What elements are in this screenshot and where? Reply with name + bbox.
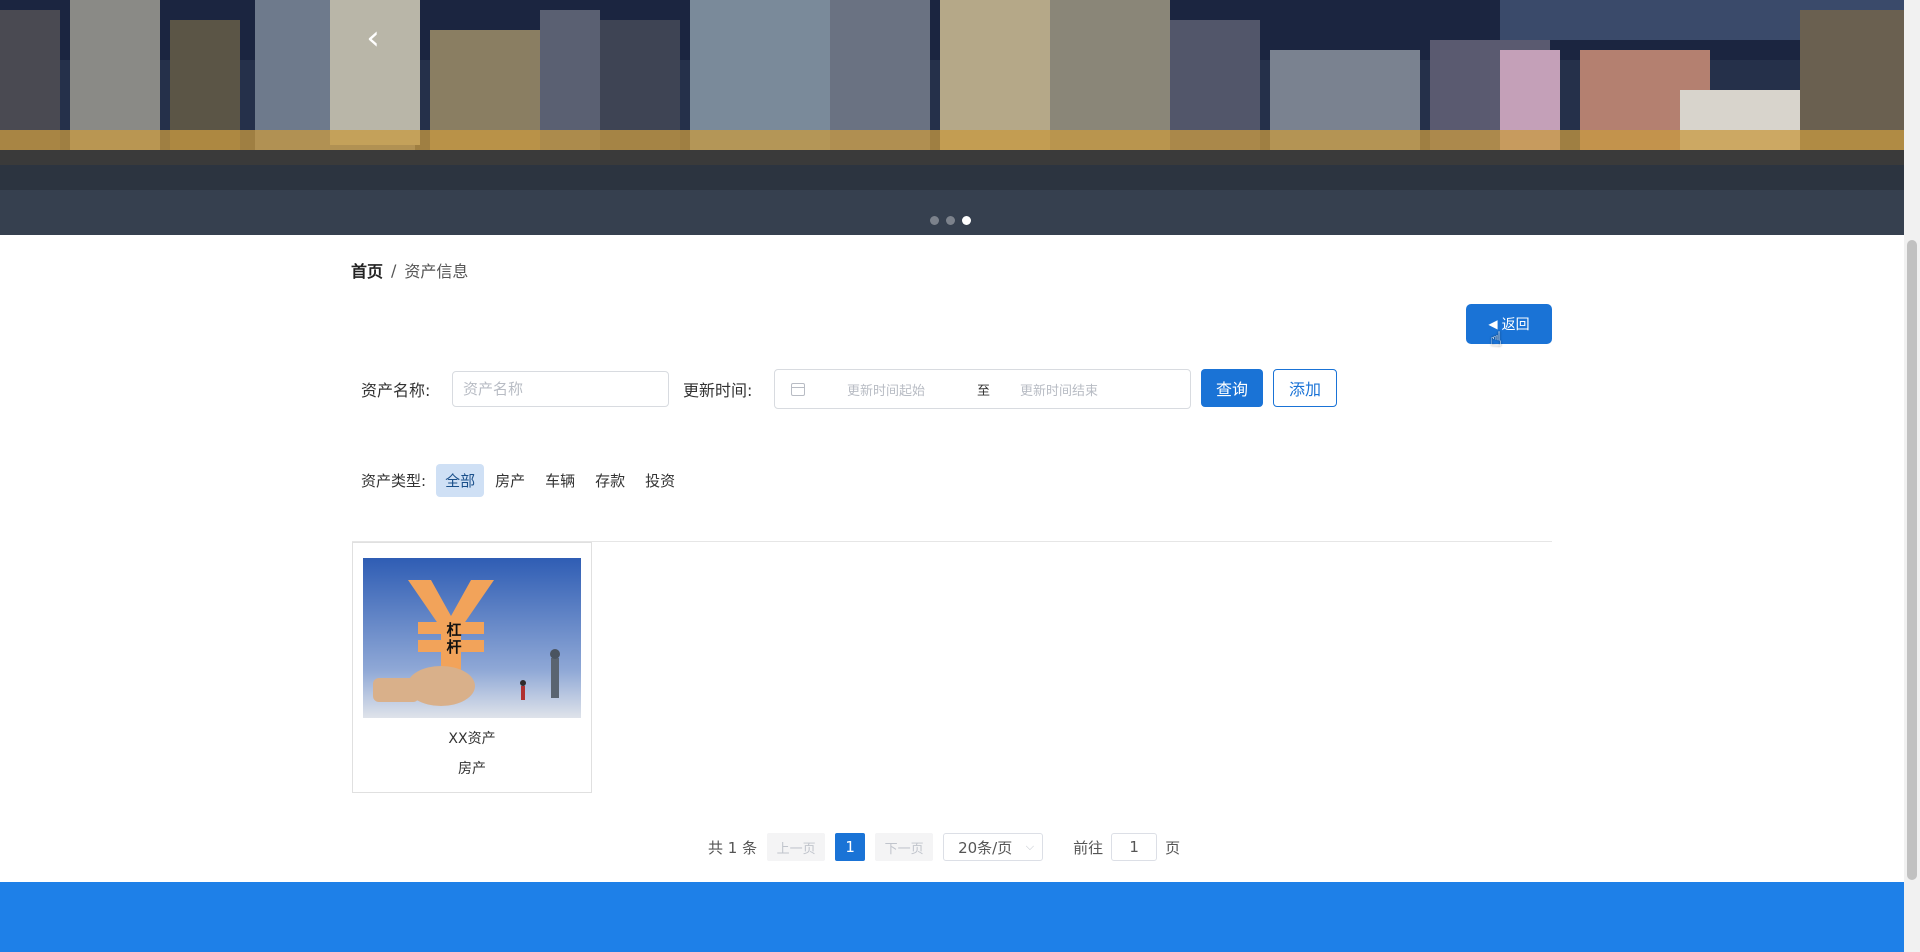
query-button[interactable]: 查询	[1201, 369, 1263, 407]
end-date-input[interactable]: 更新时间结束	[1020, 380, 1098, 399]
pagination-total: 共 1 条	[708, 838, 758, 857]
next-page-button[interactable]: 下一页	[875, 833, 934, 861]
page-number-current[interactable]: 1	[835, 833, 866, 861]
back-button[interactable]: ◀ 返回	[1466, 304, 1552, 344]
city-skyline-image	[0, 0, 1904, 235]
carousel-dot-active[interactable]	[962, 216, 971, 225]
asset-type-label: 资产类型:	[361, 472, 427, 490]
carousel-dot[interactable]	[930, 216, 939, 225]
page-footer	[0, 882, 1904, 952]
asset-name-label: 资产名称:	[361, 381, 431, 400]
update-time-range-picker[interactable]: 更新时间起始 至 更新时间结束	[774, 369, 1191, 409]
type-filter-investment[interactable]: 投资	[636, 464, 684, 497]
add-button[interactable]: 添加	[1273, 369, 1337, 407]
calendar-icon	[791, 382, 805, 396]
asset-type-filter: 资产类型: 全部 房产 车辆 存款 投资	[361, 464, 686, 497]
page-size-value: 20条/页	[958, 838, 1013, 857]
page-size-select[interactable]: 20条/页 ⌵	[943, 833, 1044, 861]
type-filter-property[interactable]: 房产	[486, 464, 534, 497]
type-filter-all[interactable]: 全部	[436, 464, 485, 497]
page-scrollbar[interactable]	[1904, 0, 1920, 952]
asset-type: 房产	[458, 761, 486, 777]
carousel-indicators	[930, 216, 971, 225]
type-filter-deposit[interactable]: 存款	[586, 464, 634, 497]
goto-label: 前往	[1073, 838, 1104, 857]
asset-thumbnail: 杠杆	[363, 558, 581, 718]
banner-carousel: ‹	[0, 0, 1904, 235]
range-separator: 至	[977, 383, 991, 399]
asset-name: XX资产	[448, 731, 496, 747]
asset-name-input[interactable]	[452, 371, 669, 407]
pagination: 共 1 条 上一页 1 下一页 20条/页 ⌵ 前往 页	[708, 832, 1180, 862]
goto-page-input[interactable]	[1111, 833, 1158, 861]
back-button-label: 返回	[1501, 317, 1530, 333]
banner-prev-button[interactable]: ‹	[358, 20, 388, 56]
prev-page-button[interactable]: 上一页	[767, 833, 826, 861]
breadcrumb-separator: /	[391, 260, 397, 280]
update-time-label: 更新时间:	[683, 381, 753, 400]
goto-suffix: 页	[1165, 838, 1181, 857]
breadcrumb: 首页 / 资产信息	[351, 258, 468, 282]
chevron-down-icon: ⌵	[1025, 840, 1035, 853]
scrollbar-thumb[interactable]	[1907, 240, 1917, 880]
start-date-input[interactable]: 更新时间起始	[847, 380, 957, 399]
leverage-yen-image	[363, 558, 581, 718]
breadcrumb-home-link[interactable]: 首页	[351, 258, 383, 282]
asset-card[interactable]: 杠杆 XX资产 房产	[352, 542, 592, 793]
breadcrumb-current: 资产信息	[404, 262, 469, 281]
carousel-dot[interactable]	[946, 216, 955, 225]
mouse-cursor-icon: ☝	[1490, 327, 1503, 351]
thumbnail-caption: 杠杆	[446, 621, 462, 656]
type-filter-vehicle[interactable]: 车辆	[536, 464, 584, 497]
